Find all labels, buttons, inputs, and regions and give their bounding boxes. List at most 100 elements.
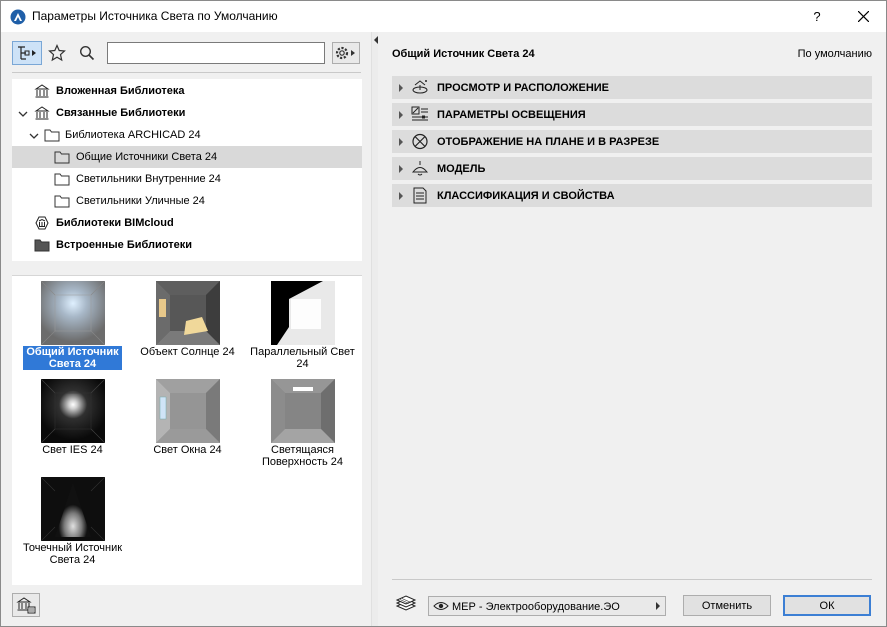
section-label: ПАРАМЕТРЫ ОСВЕЩЕНИЯ — [437, 109, 586, 121]
favorites-button[interactable] — [46, 43, 68, 63]
tree-item-label: Светильники Уличные 24 — [76, 195, 205, 207]
plan-section-icon — [412, 133, 428, 150]
help-button[interactable]: ? — [794, 1, 840, 32]
tree-item-label: Общие Источники Света 24 — [76, 151, 218, 163]
section-plan-section[interactable]: ОТОБРАЖЕНИЕ НА ПЛАНЕ И В РАЗРЕЗЕ — [392, 130, 872, 153]
section-classification[interactable]: КЛАССИФИКАЦИЯ И СВОЙСТВА — [392, 184, 872, 207]
default-label: По умолчанию — [797, 48, 872, 60]
building-icon — [34, 84, 50, 98]
section-light-settings[interactable]: ПАРАМЕТРЫ ОСВЕЩЕНИЯ — [392, 103, 872, 126]
tree-item-label: Встроенные Библиотеки — [56, 239, 193, 251]
expand-arrow-icon — [399, 111, 403, 119]
thumbnail-label: Общий Источник Света 24 — [23, 346, 122, 370]
close-icon — [857, 11, 869, 22]
close-button[interactable] — [840, 1, 886, 32]
thumbnail-label: Объект Солнце 24 — [140, 346, 235, 358]
search-input[interactable] — [107, 42, 325, 64]
general-light-icon — [41, 281, 105, 345]
thumbnail-label: Свет IES 24 — [42, 444, 103, 456]
expand-arrow-icon — [399, 84, 403, 92]
tree-item-exterior-lights[interactable]: Светильники Уличные 24 — [12, 190, 362, 212]
expand-arrow-icon — [399, 192, 403, 200]
tree-item-label: Связанные Библиотеки — [56, 107, 186, 119]
chevron-down-icon[interactable] — [29, 131, 39, 141]
layers-icon — [395, 595, 417, 611]
tree-item-label: Библиотеки BIMcloud — [56, 217, 174, 229]
light-settings-icon — [411, 106, 428, 121]
eye-icon — [433, 602, 449, 610]
thumbnail-label: Параллельный Свет 24 — [250, 346, 355, 370]
thumbnail-label: Точечный Источник Света 24 — [22, 542, 123, 566]
thumbnail-label: Свет Окна 24 — [153, 444, 222, 456]
folder-view-button[interactable] — [12, 41, 42, 65]
section-view-placement[interactable]: ПРОСМОТР И РАСПОЛОЖЕНИЕ — [392, 76, 872, 99]
star-icon — [48, 44, 66, 62]
title-bar: Параметры Источника Света по Умолчанию ? — [1, 1, 886, 32]
window-title: Параметры Источника Света по Умолчанию — [32, 9, 278, 23]
tree-item-general-lights[interactable]: Общие Источники Света 24 — [12, 146, 362, 168]
library-browser-pane: Вложенная Библиотека Связанные Библиотек… — [1, 32, 371, 626]
parallel-light-icon — [271, 281, 335, 345]
archicad-app-icon — [10, 9, 26, 25]
thumbnail-general-light[interactable]: Общий Источник Света 24 — [15, 278, 130, 374]
layer-value: МЕР - Электрооборудование.ЭО — [452, 601, 620, 613]
folder-icon — [54, 195, 70, 208]
layer-dropdown[interactable]: МЕР - Электрооборудование.ЭО — [428, 596, 666, 616]
thumbnail-luminous-surface[interactable]: Светящаяся Поверхность 24 — [245, 376, 360, 472]
view-placement-icon — [412, 80, 428, 94]
section-label: КЛАССИФИКАЦИЯ И СВОЙСТВА — [437, 190, 615, 202]
building-icon — [34, 106, 50, 120]
tree-item-label: Вложенная Библиотека — [56, 85, 185, 97]
sun-object-icon — [156, 281, 220, 345]
folder-icon — [54, 173, 70, 186]
thumbnail-sun-object[interactable]: Объект Солнце 24 — [130, 278, 245, 374]
thumbnail-parallel-light[interactable]: Параллельный Свет 24 — [245, 278, 360, 374]
luminous-surface-icon — [271, 379, 335, 443]
caret-right-icon — [656, 602, 660, 610]
tree-item-linked-libraries[interactable]: Связанные Библиотеки — [12, 102, 362, 124]
section-label: ОТОБРАЖЕНИЕ НА ПЛАНЕ И В РАЗРЕЗЕ — [437, 136, 660, 148]
settings-pane: Общий Источник Света 24 По умолчанию ПРО… — [378, 32, 886, 626]
spot-light-icon — [41, 477, 105, 541]
section-label: МОДЕЛЬ — [437, 163, 486, 175]
folder-icon — [54, 151, 70, 164]
library-tree: Вложенная Библиотека Связанные Библиотек… — [12, 79, 362, 261]
pane-splitter[interactable] — [371, 32, 378, 626]
section-label: ПРОСМОТР И РАСПОЛОЖЕНИЕ — [437, 82, 610, 94]
settings-menu-button[interactable] — [332, 42, 360, 64]
footer-divider — [392, 579, 872, 580]
expand-arrow-icon — [399, 165, 403, 173]
library-tree-icon — [18, 46, 36, 60]
search-icon — [79, 45, 95, 61]
cloud-library-icon — [35, 216, 49, 230]
library-manager-button[interactable] — [12, 593, 40, 617]
cancel-button[interactable]: Отменить — [683, 595, 771, 616]
section-model[interactable]: МОДЕЛЬ — [392, 157, 872, 180]
thumbnail-ies-light[interactable]: Свет IES 24 — [15, 376, 130, 472]
toolbar-divider — [12, 72, 361, 73]
folder-icon — [44, 129, 60, 142]
tree-item-label: Светильники Внутренние 24 — [76, 173, 221, 185]
settings-sections: ПРОСМОТР И РАСПОЛОЖЕНИЕ ПАРАМЕТРЫ ОСВЕЩЕ… — [392, 76, 872, 211]
search-button[interactable] — [76, 43, 98, 63]
tree-item-bimcloud-libraries[interactable]: Библиотеки BIMcloud — [12, 212, 362, 234]
thumbnail-spot-light[interactable]: Точечный Источник Света 24 — [15, 474, 130, 570]
library-manager-icon — [16, 597, 36, 614]
ok-button[interactable]: ОК — [783, 595, 871, 616]
expand-arrow-icon — [399, 138, 403, 146]
object-thumbnails: Общий Источник Света 24 Объект Солнце 24 — [12, 275, 362, 585]
dialog-window: Параметры Источника Света по Умолчанию ? — [0, 0, 887, 627]
thumbnail-window-light[interactable]: Свет Окна 24 — [130, 376, 245, 472]
tree-item-builtin-libraries[interactable]: Встроенные Библиотеки — [12, 234, 362, 256]
classification-icon — [413, 187, 427, 204]
selected-object-title: Общий Источник Света 24 — [392, 48, 535, 60]
folder-dark-icon — [34, 239, 50, 252]
tree-item-interior-lights[interactable]: Светильники Внутренние 24 — [12, 168, 362, 190]
thumbnail-label: Светящаяся Поверхность 24 — [261, 444, 344, 468]
ies-light-icon — [41, 379, 105, 443]
tree-item-embedded-library[interactable]: Вложенная Библиотека — [12, 80, 362, 102]
tree-item-label: Библиотека ARCHICAD 24 — [65, 129, 201, 141]
chevron-down-icon[interactable] — [18, 109, 28, 119]
tree-item-archicad-library[interactable]: Библиотека ARCHICAD 24 — [12, 124, 362, 146]
window-light-icon — [156, 379, 220, 443]
